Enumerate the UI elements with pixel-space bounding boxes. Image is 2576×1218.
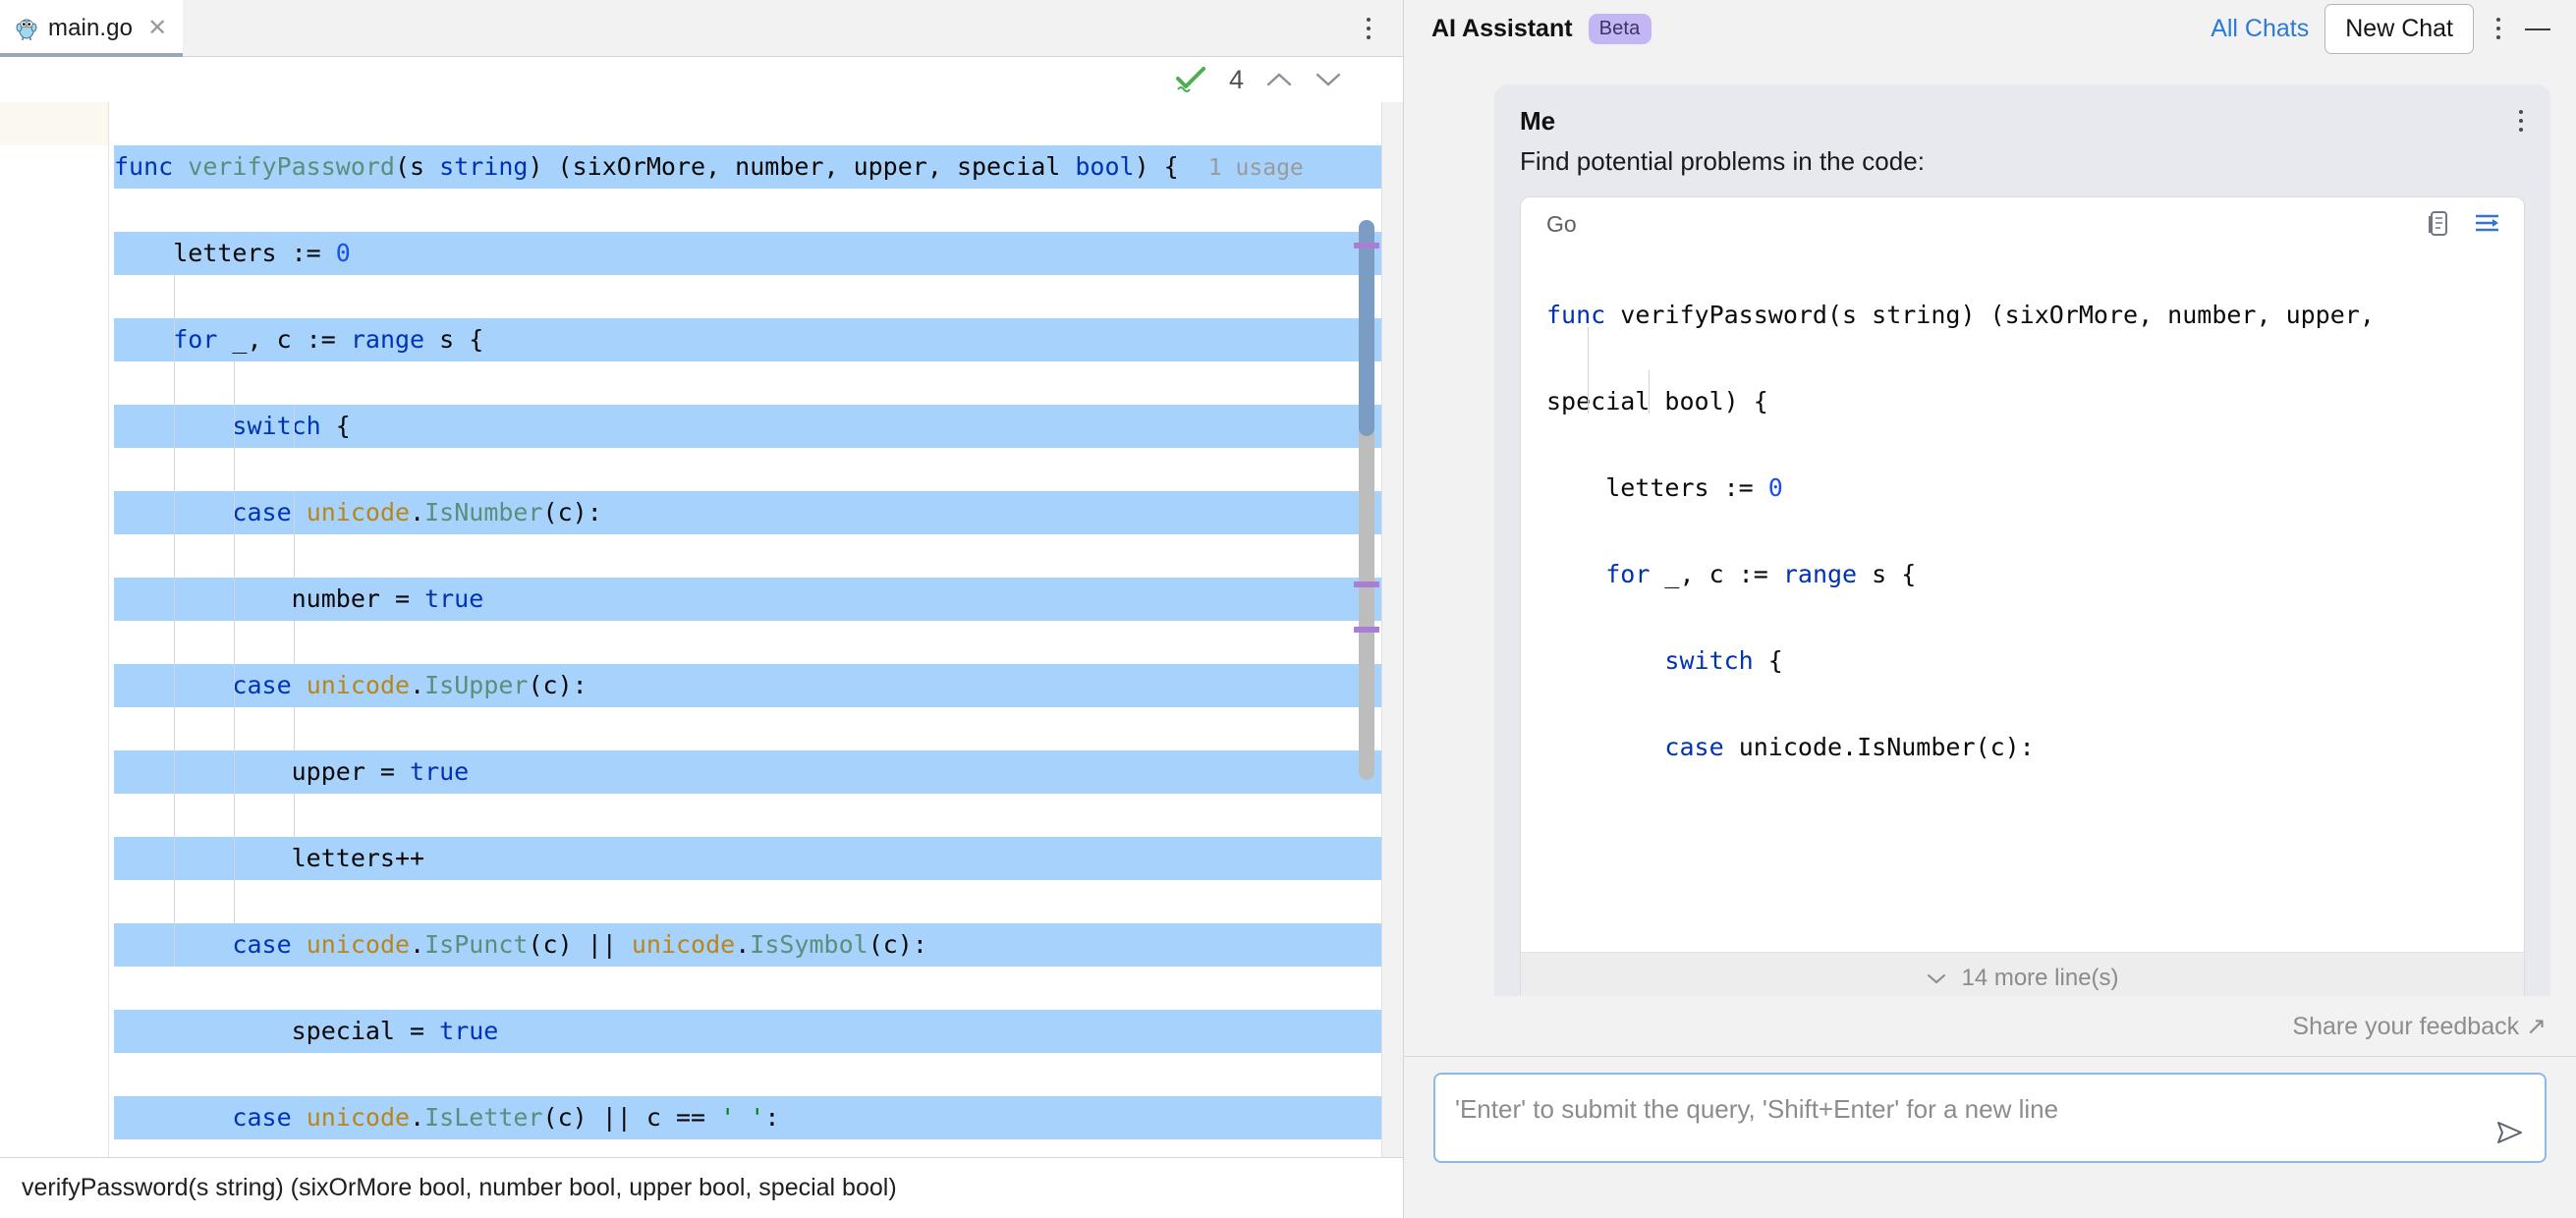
status-bar-signature: verifyPassword(s string) (sixOrMore bool…: [22, 1174, 897, 1201]
feedback-row: Share your feedback ↗: [1404, 996, 2576, 1057]
go-gopher-icon: [14, 16, 39, 41]
chevron-up-icon[interactable]: [1265, 71, 1293, 88]
ai-assistant-header: AI Assistant Beta All Chats New Chat: [1404, 0, 2576, 57]
inspection-ok-icon[interactable]: [1174, 66, 1207, 93]
chevron-down-icon[interactable]: [1315, 71, 1342, 88]
chat-composer: 'Enter' to submit the query, 'Shift+Ente…: [1404, 1057, 2576, 1185]
editor-tab-label: main.go: [48, 15, 134, 41]
beta-badge: Beta: [1588, 13, 1652, 44]
code-editor-area[interactable]: func verifyPassword(s string) (sixOrMore…: [0, 102, 1403, 1157]
code-line[interactable]: for _, c := range s {: [114, 318, 1403, 361]
editor-gutter[interactable]: [0, 102, 109, 1157]
indent-guide: [234, 361, 235, 923]
more-options-icon: [2513, 106, 2529, 136]
code-block-line: case unicode.IsNumber(c):: [1664, 733, 2035, 761]
indent-guide: [294, 405, 295, 448]
chat-code-block: Go func verifyPassword(s string) (sixOrM…: [1520, 196, 2525, 996]
more-options-icon: [2490, 12, 2507, 45]
indent-guide: [1588, 327, 1589, 414]
scrollbar-marker[interactable]: [1354, 581, 1379, 587]
indent-guide: [294, 621, 295, 664]
scrollbar-marker[interactable]: [1354, 243, 1379, 249]
ai-assistant-title: AI Assistant: [1431, 14, 1573, 42]
all-chats-link[interactable]: All Chats: [2211, 15, 2309, 43]
indent-guide: [1649, 370, 1650, 414]
new-chat-button[interactable]: New Chat: [2324, 3, 2474, 54]
chevron-down-icon: [1926, 971, 1947, 985]
scrollbar-marker[interactable]: [1354, 627, 1379, 633]
insert-into-editor-icon[interactable]: [2473, 209, 2502, 239]
copy-icon[interactable]: [2426, 209, 2451, 239]
code-block-header: Go: [1521, 197, 2524, 250]
minimize-icon[interactable]: [2523, 14, 2552, 43]
code-line[interactable]: letters := 0: [114, 232, 1403, 275]
close-icon[interactable]: ✕: [147, 17, 167, 40]
code-line[interactable]: case unicode.IsPunct(c) || unicode.IsSym…: [114, 923, 1403, 967]
indent-guide: [294, 794, 295, 837]
code-line[interactable]: case unicode.IsLetter(c) || c == ' ':: [114, 1096, 1403, 1139]
message-text: Find potential problems in the code:: [1520, 146, 1925, 176]
code-line[interactable]: number = true: [114, 578, 1403, 621]
more-options-icon: [1360, 14, 1377, 43]
code-line[interactable]: upper = true: [114, 750, 1403, 794]
editor-pane: main.go ✕ 4 func verifyPassword(s string…: [0, 0, 1403, 1218]
code-line[interactable]: special = true: [114, 1010, 1403, 1053]
code-block-actions: [2426, 209, 2502, 239]
indent-guide: [174, 275, 175, 967]
editor-vertical-scrollbar[interactable]: [1352, 102, 1381, 1157]
message-author: Me: [1520, 106, 1556, 136]
usage-inlay-hint[interactable]: 1 usage: [1208, 155, 1304, 181]
code-block-language: Go: [1546, 210, 1577, 237]
ai-assistant-pane: AI Assistant Beta All Chats New Chat Me …: [1403, 0, 2576, 1218]
source-code[interactable]: func verifyPassword(s string) (sixOrMore…: [109, 102, 1403, 1157]
share-feedback-link[interactable]: Share your feedback ↗: [2292, 1012, 2547, 1041]
code-line[interactable]: switch {: [114, 405, 1403, 448]
expand-more-lines-button[interactable]: 14 more line(s): [1521, 952, 2524, 996]
code-line[interactable]: letters++: [114, 837, 1403, 880]
editor-status-bar: verifyPassword(s string) (sixOrMore bool…: [0, 1157, 1403, 1218]
code-block-line: switch {: [1664, 646, 1783, 675]
indent-guide: [294, 707, 295, 750]
code-block-line: special bool) {: [1546, 387, 1768, 415]
code-line[interactable]: func verifyPassword(s string) (sixOrMore…: [114, 145, 1403, 189]
inspection-widget: 4: [0, 57, 1403, 102]
editor-tab-main-go[interactable]: main.go ✕: [0, 0, 184, 58]
scrollbar-thumb-highlight: [1359, 220, 1374, 436]
editor-tab-bar: main.go ✕: [0, 0, 1403, 58]
chat-message-user: Me Find potential problems in the code: …: [1494, 84, 2550, 996]
code-line[interactable]: case unicode.IsUpper(c):: [114, 664, 1403, 707]
chat-input[interactable]: 'Enter' to submit the query, 'Shift+Ente…: [1433, 1073, 2547, 1163]
code-block-content[interactable]: func verifyPassword(s string) (sixOrMore…: [1521, 250, 2524, 952]
editor-tab-more-options-icon[interactable]: [1360, 14, 1377, 43]
ai-more-options-icon[interactable]: [2490, 12, 2507, 45]
ide-window: main.go ✕ 4 func verifyPassword(s string…: [0, 0, 2576, 1218]
ai-pane-bottom-strip: [1404, 1185, 2576, 1218]
gutter-current-line-highlight: [0, 102, 108, 145]
message-more-options-icon[interactable]: [2513, 106, 2529, 136]
code-block-line: for _, c := range s {: [1605, 560, 1917, 588]
indent-guide: [294, 491, 295, 578]
editor-right-strip: [1381, 102, 1403, 1157]
code-block-line: func verifyPassword(s string) (sixOrMore…: [1546, 301, 2375, 329]
code-line[interactable]: case unicode.IsNumber(c):: [114, 491, 1403, 534]
inspection-count: 4: [1228, 64, 1244, 94]
code-block-line: letters := 0: [1546, 473, 1783, 502]
chat-input-placeholder: 'Enter' to submit the query, 'Shift+Ente…: [1455, 1094, 2059, 1124]
more-lines-label: 14 more line(s): [1961, 964, 2119, 991]
send-icon[interactable]: [2493, 1116, 2527, 1149]
ai-chat-body[interactable]: Me Find potential problems in the code: …: [1404, 57, 2576, 996]
code-scroll-container[interactable]: func verifyPassword(s string) (sixOrMore…: [109, 102, 1403, 1157]
